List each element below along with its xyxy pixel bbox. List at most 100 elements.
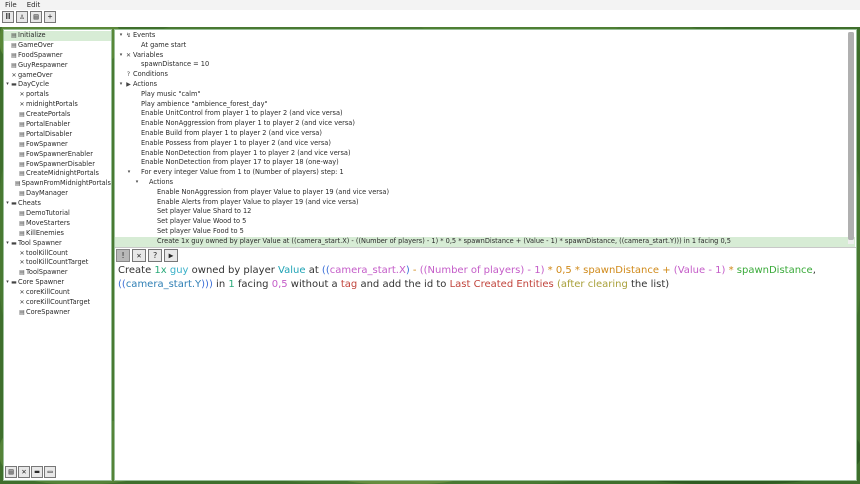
editor-row[interactable]: Enable NonAggression from player Value t… [115, 188, 855, 198]
tree-item[interactable]: ▤ SpawnFromMidnightPortals [4, 179, 111, 189]
action-token[interactable]: tag [341, 279, 357, 290]
tree-item[interactable]: ▤ DemoTutorial [4, 209, 111, 219]
tree-item[interactable]: ▤ PortalEnabler [4, 120, 111, 130]
editor-row[interactable]: Play ambience "ambience_forest_day" [115, 100, 855, 110]
action-token[interactable]: camera_start.Y [126, 279, 201, 290]
editor-row[interactable]: ▾ Actions [115, 178, 855, 188]
action-token[interactable]: Create [118, 265, 154, 276]
help-button[interactable]: ? [148, 249, 162, 262]
action-token[interactable]: (( [118, 279, 126, 290]
vertical-scrollbar[interactable] [848, 32, 854, 244]
comment-button[interactable]: ▭ [44, 466, 56, 478]
action-token[interactable]: spawnDistance [737, 265, 813, 276]
add-button[interactable]: + [44, 11, 56, 23]
action-token[interactable]: the list) [628, 279, 669, 290]
action-token[interactable]: guy [170, 265, 189, 276]
action-token[interactable]: Last Created Entities [450, 279, 554, 290]
action-token[interactable]: + [659, 265, 674, 276]
action-token[interactable]: (( [322, 265, 330, 276]
tree-item[interactable]: ✕ toolKillCountTarget [4, 258, 111, 268]
expand-arrow-icon[interactable]: ▾ [117, 80, 125, 90]
editor-row[interactable]: Play music "calm" [115, 90, 855, 100]
editor-row[interactable]: ▾ For every integer Value from 1 to (Numb… [115, 168, 855, 178]
action-token[interactable]: Value [278, 265, 305, 276]
action-token[interactable]: - [705, 265, 715, 276]
editor-row[interactable]: ? Conditions [115, 70, 855, 80]
tree-item[interactable]: ▾ ▬ Core Spawner [4, 278, 111, 288]
action-token[interactable]: * [544, 265, 555, 276]
action-token[interactable]: )) [201, 279, 209, 290]
tree-item[interactable]: ▤ ToolSpawner [4, 268, 111, 278]
tree-item[interactable]: ▤ GuyRespawner [4, 61, 111, 71]
tree-item[interactable]: ▤ MoveStarters [4, 219, 111, 229]
close-button[interactable]: ✕ [132, 249, 146, 262]
editor-row[interactable]: Enable Alerts from player Value to playe… [115, 198, 855, 208]
expand-arrow-icon[interactable]: ▾ [4, 278, 11, 288]
menu-file[interactable]: File [5, 1, 17, 9]
editor-row[interactable]: Enable NonAggression from player 1 to pl… [115, 119, 855, 129]
run-button[interactable]: ▶ [164, 249, 178, 262]
editor-row[interactable]: Enable NonDetection from player 1 to pla… [115, 149, 855, 159]
tree-item[interactable]: ▤ CoreSpawner [4, 308, 111, 318]
editor-row[interactable]: ▾ ✕ Variables [115, 51, 855, 61]
action-token[interactable]: at [306, 265, 322, 276]
action-token[interactable]: and add the id to [357, 279, 449, 290]
editor-row[interactable]: ▾ ▶ Actions [115, 80, 855, 90]
columns-button[interactable]: Ⅲ [2, 11, 14, 23]
editor-row[interactable]: Set player Value Shard to 12 [115, 207, 855, 217]
expand-arrow-icon[interactable]: ▾ [4, 239, 11, 249]
tree-item[interactable]: ▤ GameOver [4, 41, 111, 51]
expand-arrow-icon[interactable]: ▾ [133, 178, 141, 188]
action-token[interactable]: ( [554, 279, 561, 290]
expand-arrow-icon[interactable]: ▾ [117, 51, 125, 61]
action-token[interactable]: owned by player [188, 265, 278, 276]
tree-item[interactable]: ✕ coreKillCountTarget [4, 298, 111, 308]
action-token[interactable]: 0,5 [556, 265, 572, 276]
action-token[interactable]: Value [678, 265, 705, 276]
scrollbar-thumb[interactable] [848, 32, 854, 240]
action-token[interactable]: after clearing [561, 279, 628, 290]
action-detail-text[interactable]: Create 1x guy owned by player Value at (… [118, 264, 851, 291]
action-token[interactable]: (( [420, 265, 428, 276]
editor-row[interactable]: ▾ ↯ Events [115, 31, 855, 41]
tree-item[interactable]: ✕ coreKillCount [4, 288, 111, 298]
expand-arrow-icon[interactable]: ▾ [4, 80, 11, 90]
tree-item[interactable]: ✕ midnightPortals [4, 100, 111, 110]
tree-item[interactable]: ▤ KillEnemies [4, 229, 111, 239]
tree-item[interactable]: ▤ CreateMidnightPortals [4, 169, 111, 179]
tree-item[interactable]: ▤ FowSpawnerDisabler [4, 160, 111, 170]
tree-item[interactable]: ▾ ▬ Tool Spawner [4, 239, 111, 249]
expand-arrow-icon[interactable]: ▾ [4, 199, 11, 209]
tree-item[interactable]: ▾ ▬ Cheats [4, 199, 111, 209]
action-token[interactable]: - [410, 265, 420, 276]
editor-row[interactable]: Enable Possess from player 1 to player 2… [115, 139, 855, 149]
action-token[interactable]: camera_start.X [330, 265, 406, 276]
tree-item[interactable]: ▤ CreatePortals [4, 110, 111, 120]
editor-row[interactable]: spawnDistance = 10 [115, 60, 855, 70]
action-token[interactable]: in [213, 279, 228, 290]
action-token[interactable]: 1x [154, 265, 166, 276]
editor-row[interactable]: At game start [115, 41, 855, 51]
action-token[interactable]: * [725, 265, 736, 276]
tree-item[interactable]: ✕ portals [4, 90, 111, 100]
editor-row[interactable]: Enable NonDetection from player 17 to pl… [115, 158, 855, 168]
tree-item[interactable]: ▾ ▬ DayCycle [4, 80, 111, 90]
editor-row[interactable]: Set player Value Food to 5 [115, 227, 855, 237]
action-token[interactable]: facing [235, 279, 272, 290]
new-trigger-button[interactable]: ▤ [5, 466, 17, 478]
tree-item[interactable]: ▤ FoodSpawner [4, 51, 111, 61]
folder-button[interactable]: ▬ [31, 466, 43, 478]
editor-row[interactable]: Set player Value Wood to 5 [115, 217, 855, 227]
tree-item[interactable]: ✕ toolKillCount [4, 249, 111, 259]
action-token[interactable]: spawnDistance [583, 265, 659, 276]
action-token[interactable]: Number of players [428, 265, 521, 276]
tree-item[interactable]: ▤ PortalDisabler [4, 130, 111, 140]
delete-button[interactable]: ✕ [18, 466, 30, 478]
menu-edit[interactable]: Edit [27, 1, 41, 9]
action-token[interactable]: * [572, 265, 583, 276]
action-token[interactable]: , [813, 265, 816, 276]
tree-item[interactable]: ▤ FowSpawnerEnabler [4, 150, 111, 160]
action-token[interactable]: ) - [520, 265, 534, 276]
editor-row[interactable]: Enable UnitControl from player 1 to play… [115, 109, 855, 119]
editor-row[interactable]: Create 1x guy owned by player Value at (… [115, 236, 855, 247]
